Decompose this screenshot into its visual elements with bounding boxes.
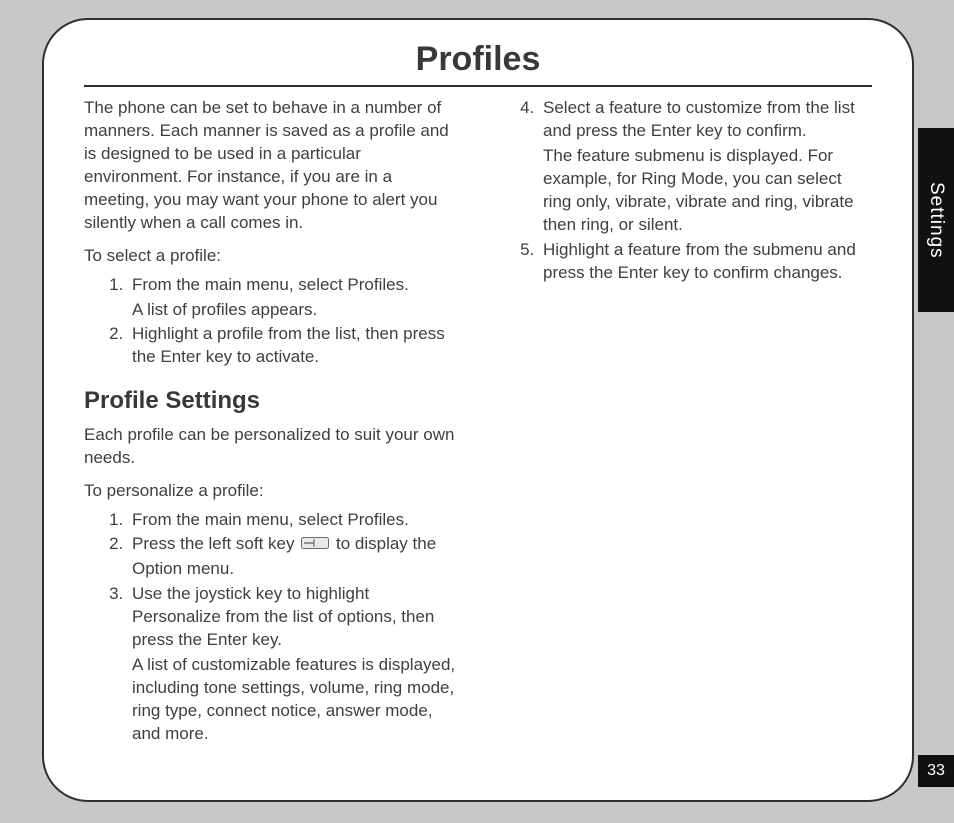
select-profile-lead: To select a profile: [84, 245, 461, 268]
page-number: 33 [927, 762, 945, 780]
section-tab-label: Settings [925, 182, 947, 259]
list-item: Highlight a profile from the list, then … [128, 323, 461, 369]
list-item: Select a feature to customize from the l… [539, 97, 872, 237]
column-right: Select a feature to customize from the l… [495, 97, 872, 758]
step-text: Highlight a profile from the list, then … [132, 324, 445, 366]
select-profile-steps: From the main menu, select Profiles. A l… [84, 274, 461, 370]
section-heading: Profile Settings [84, 385, 461, 417]
step-subtext: A list of profiles appears. [132, 299, 461, 322]
personalize-steps-left: From the main menu, select Profiles. Pre… [84, 509, 461, 746]
step-text: From the main menu, select Profiles. [132, 275, 409, 294]
column-left: The phone can be set to behave in a numb… [84, 97, 461, 758]
step-text: Highlight a feature from the submenu and… [543, 240, 856, 282]
intro-paragraph: The phone can be set to behave in a numb… [84, 97, 461, 235]
personalize-steps-right: Select a feature to customize from the l… [495, 97, 872, 285]
step-text: Select a feature to customize from the l… [543, 98, 855, 140]
list-item: From the main menu, select Profiles. A l… [128, 274, 461, 322]
page-title: Profiles [84, 40, 872, 87]
section-tab-settings: Settings [918, 128, 954, 312]
content-columns: The phone can be set to behave in a numb… [84, 97, 872, 758]
step-subtext: A list of customizable features is displ… [132, 654, 461, 746]
section-intro: Each profile can be personalized to suit… [84, 424, 461, 470]
page-number-badge: 33 [918, 755, 954, 787]
step-text: From the main menu, select Profiles. [132, 510, 409, 529]
list-item: From the main menu, select Profiles. [128, 509, 461, 532]
personalize-lead: To personalize a profile: [84, 480, 461, 503]
list-item: Press the left soft key to display the O… [128, 533, 461, 581]
step-text-before: Press the left soft key [132, 534, 299, 553]
step-text: Use the joystick key to highlight Person… [132, 584, 434, 649]
list-item: Highlight a feature from the submenu and… [539, 239, 872, 285]
step-subtext: The feature submenu is displayed. For ex… [543, 145, 872, 237]
manual-page: Profiles The phone can be set to behave … [42, 18, 914, 802]
list-item: Use the joystick key to highlight Person… [128, 583, 461, 746]
soft-key-icon [301, 535, 329, 558]
